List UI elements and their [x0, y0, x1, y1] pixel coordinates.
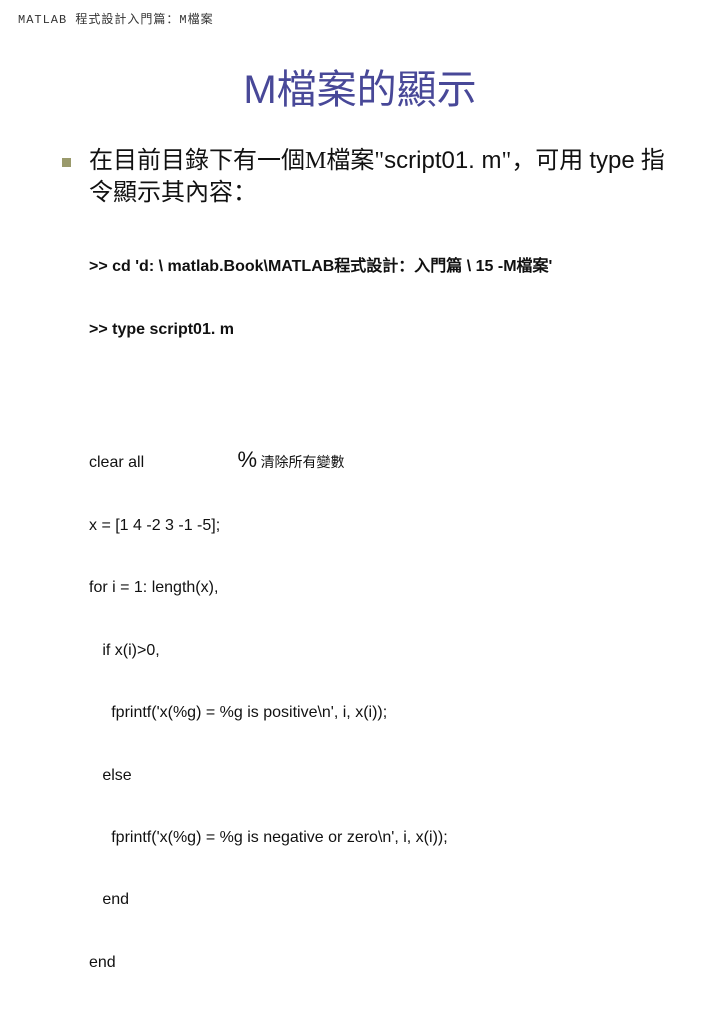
command-line: >> type script01. m [89, 320, 680, 341]
comment-percent: % [238, 447, 258, 472]
bullet-item: 在目前目錄下有一個M檔案"script01. m"，可用 type 指令顯示其內… [62, 145, 680, 210]
code-line: fprintf('x(%g) = %g is positive\n', i, x… [89, 703, 680, 724]
bullet-filename: script01. m [384, 147, 501, 174]
code-block: clear all % 清除所有變數 x = [1 4 -2 3 -1 -5];… [89, 404, 680, 1015]
bullet-text-part2: "，可用 [502, 148, 590, 174]
bullet-cmd: type [589, 147, 634, 174]
code-line: clear all % 清除所有變數 [89, 446, 680, 475]
slide-title: M檔案的顯示 [0, 57, 720, 115]
code-line: end [89, 890, 680, 911]
code-line: fprintf('x(%g) = %g is negative or zero\… [89, 828, 680, 849]
bullet-text: 在目前目錄下有一個M檔案"script01. m"，可用 type 指令顯示其內… [89, 145, 680, 210]
command-line: >> cd 'd: \ matlab.Book\MATLAB程式設計：入門篇 \… [89, 257, 680, 278]
code-line: x = [1 4 -2 3 -1 -5]; [89, 516, 680, 537]
bullet-square-icon [62, 158, 71, 167]
code-line: end [89, 953, 680, 974]
slide-header: MATLAB 程式設計入門篇：M檔案 [0, 0, 720, 27]
slide: MATLAB 程式設計入門篇：M檔案 M檔案的顯示 在目前目錄下有一個M檔案"s… [0, 0, 720, 540]
code-line: else [89, 766, 680, 787]
code-line: if x(i)>0, [89, 641, 680, 662]
bullet-text-part1: 在目前目錄下有一個M檔案" [89, 148, 384, 174]
slide-content: 在目前目錄下有一個M檔案"script01. m"，可用 type 指令顯示其內… [0, 145, 720, 1015]
code-spacer [144, 454, 237, 471]
code-line: for i = 1: length(x), [89, 578, 680, 599]
command-block: >> cd 'd: \ matlab.Book\MATLAB程式設計：入門篇 \… [89, 216, 680, 382]
comment-text: 清除所有變數 [257, 456, 345, 471]
code-text: clear all [89, 454, 144, 471]
